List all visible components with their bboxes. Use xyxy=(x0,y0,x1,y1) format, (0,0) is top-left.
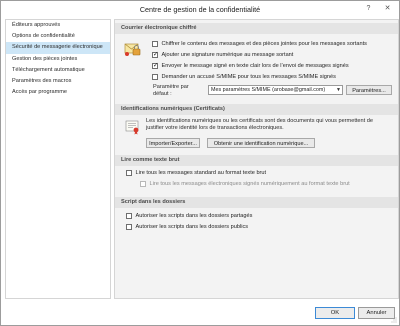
help-button[interactable]: ? xyxy=(363,4,374,14)
plain-text-standard-label: Lire tous les messages standard au forma… xyxy=(135,170,267,176)
scripts-public-checkbox[interactable] xyxy=(126,224,132,230)
encrypt-option-row[interactable]: Chiffrer le contenu des messages et des … xyxy=(152,41,367,47)
section-header-digital-ids: Identifications numériques (Certificats) xyxy=(115,104,398,115)
sidebar-item-approved-publishers[interactable]: Éditeurs approuvés xyxy=(6,20,110,31)
certificate-icon xyxy=(125,120,141,137)
smime-receipt-label: Demander un accusé S/MIME pour tous les … xyxy=(161,74,336,80)
plain-text-standard-row[interactable]: Lire tous les messages standard au forma… xyxy=(126,170,266,176)
section-header-folder-scripts: Script dans les dossiers xyxy=(115,197,398,208)
plain-text-standard-checkbox[interactable] xyxy=(126,170,132,176)
default-setting-label-line2: défaut : xyxy=(153,91,172,98)
section-header-encrypted-mail: Courrier électronique chiffré xyxy=(115,23,398,34)
smime-receipt-checkbox[interactable] xyxy=(152,74,158,80)
section-header-plain-text: Lire comme texte brut xyxy=(115,155,398,166)
default-setting-label: Paramètre par défaut : xyxy=(153,84,189,99)
add-signature-row[interactable]: Ajouter une signature numérique au messa… xyxy=(152,50,294,58)
get-digital-id-button[interactable]: Obtenir une identification numérique... xyxy=(207,138,315,148)
content-panel: Courrier électronique chiffré Chiffrer l… xyxy=(114,19,399,299)
resize-grip-icon[interactable] xyxy=(391,317,397,323)
default-setting-label-line1: Paramètre par xyxy=(153,84,189,90)
title-bar: Centre de gestion de la confidentialité … xyxy=(1,1,399,18)
plain-text-signed-row[interactable]: Lire tous les messages électroniques sig… xyxy=(140,181,350,187)
sidebar-item-programmatic-access[interactable]: Accès par programme xyxy=(6,87,110,98)
scripts-shared-row[interactable]: Autoriser les scripts dans les dossiers … xyxy=(126,213,252,219)
scripts-public-label: Autoriser les scripts dans les dossiers … xyxy=(135,224,249,230)
encrypt-contents-label: Chiffrer le contenu des messages et des … xyxy=(161,41,367,47)
add-signature-checkbox[interactable] xyxy=(152,50,158,58)
send-cleartext-checkbox[interactable] xyxy=(152,61,158,69)
encrypt-contents-checkbox[interactable] xyxy=(152,41,158,47)
dialog-title: Centre de gestion de la confidentialité xyxy=(139,5,261,14)
ok-button[interactable]: OK xyxy=(315,307,355,319)
add-signature-label: Ajouter une signature numérique au messa… xyxy=(161,52,294,58)
sidebar-item-email-security[interactable]: Sécurité de messagerie électronique xyxy=(6,42,110,54)
sidebar: Éditeurs approuvés Options de confidenti… xyxy=(5,19,111,299)
send-cleartext-row[interactable]: Envoyer le message signé en texte clair … xyxy=(152,61,349,69)
sidebar-item-automatic-download[interactable]: Téléchargement automatique xyxy=(6,65,110,76)
chevron-down-icon: ▼ xyxy=(336,87,341,93)
cancel-button[interactable]: Annuler xyxy=(358,307,395,319)
plain-text-signed-label: Lire tous les messages électroniques sig… xyxy=(149,181,350,187)
import-export-button[interactable]: Importer/Exporter... xyxy=(146,138,200,148)
scripts-shared-checkbox[interactable] xyxy=(126,213,132,219)
default-setting-value: Mes paramètres S/MIME (arobase@gmail.com… xyxy=(211,87,326,93)
sidebar-item-privacy-options[interactable]: Options de confidentialité xyxy=(6,31,110,42)
secure-mail-icon xyxy=(124,40,142,59)
smime-receipt-row[interactable]: Demander un accusé S/MIME pour tous les … xyxy=(152,74,336,80)
scripts-shared-label: Autoriser les scripts dans les dossiers … xyxy=(135,213,253,219)
digital-ids-description: Les identifications numériques ou les ce… xyxy=(146,118,373,132)
sidebar-item-macro-settings[interactable]: Paramètres des macros xyxy=(6,76,110,87)
plain-text-signed-checkbox[interactable] xyxy=(140,181,146,187)
scripts-public-row[interactable]: Autoriser les scripts dans les dossiers … xyxy=(126,224,248,230)
close-button[interactable]: ✕ xyxy=(382,4,393,14)
default-setting-select[interactable]: Mes paramètres S/MIME (arobase@gmail.com… xyxy=(208,85,343,95)
trust-center-dialog: Centre de gestion de la confidentialité … xyxy=(0,0,400,326)
send-cleartext-label: Envoyer le message signé en texte clair … xyxy=(161,63,349,69)
sidebar-item-attachment-handling[interactable]: Gestion des pièces jointes xyxy=(6,54,110,65)
settings-button[interactable]: Paramètres... xyxy=(346,85,392,95)
